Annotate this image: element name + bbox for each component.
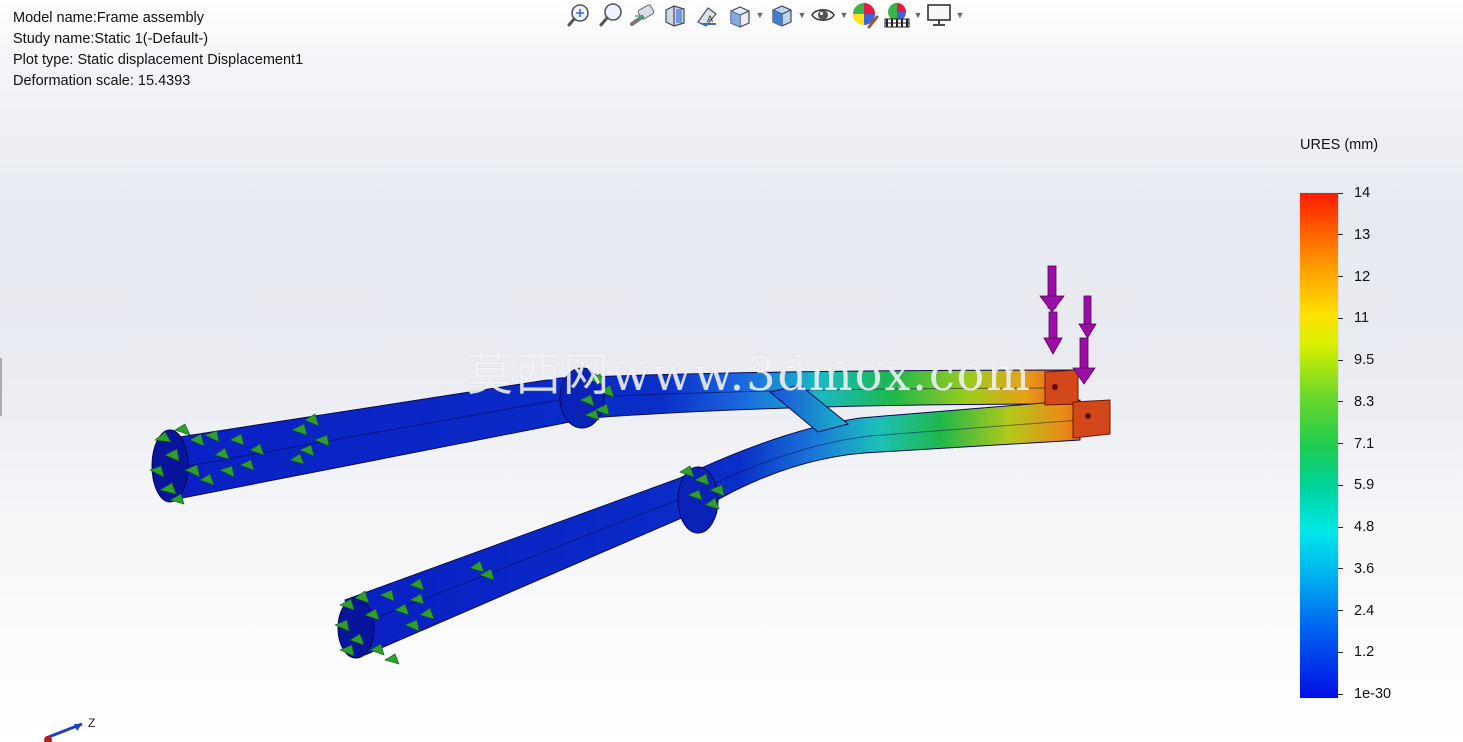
legend-tick-label: 5.9 [1354, 477, 1375, 494]
legend-tick-mark [1338, 401, 1343, 403]
legend-tick-labels: 14 13 12 11 9.5 8.3 7.1 5.9 4.8 3.6 2.4 1.2 1e-30 [1338, 185, 1418, 702]
legend-tick: 9.5 [1338, 352, 1375, 368]
legend-tick-mark [1338, 651, 1343, 653]
watermark-text: 莫西网www.3dmox.com [467, 347, 1032, 401]
legend-tick: 5.9 [1338, 477, 1375, 494]
legend-tick-mark [1338, 234, 1343, 236]
force-load-arrows [1039, 265, 1097, 385]
legend-tick: 11 [1338, 310, 1370, 327]
legend-tick: 3.6 [1338, 560, 1375, 577]
legend-tick-mark [1338, 276, 1343, 277]
legend-tick: 4.8 [1338, 519, 1375, 535]
legend-tick: 12 [1338, 268, 1371, 285]
triad-axis-label: Z [88, 716, 96, 730]
legend-tick-label: 3.6 [1354, 560, 1375, 577]
legend-tick-mark [1338, 443, 1343, 444]
legend-tick: 13 [1338, 226, 1371, 243]
legend-tick-label: 2.4 [1354, 602, 1375, 619]
legend-tick-label: 9.5 [1354, 352, 1375, 368]
legend-tick: 7.1 [1338, 435, 1375, 452]
legend-tick-mark [1338, 192, 1343, 194]
legend-tick: 14 [1338, 185, 1371, 201]
legend-tick-label: 14 [1354, 185, 1371, 201]
legend-tick-mark [1338, 317, 1343, 319]
legend-tick-label: 12 [1354, 268, 1371, 285]
legend-tick-mark [1338, 359, 1343, 361]
legend-tick-mark [1338, 610, 1343, 611]
legend-tick-label: 13 [1354, 226, 1371, 243]
legend-tick-label: 1e-30 [1354, 686, 1392, 702]
legend-tick-label: 1.2 [1354, 644, 1375, 661]
legend-tick-label: 7.1 [1354, 435, 1375, 452]
legend-tick-label: 8.3 [1354, 393, 1375, 410]
legend-tick-mark [1338, 526, 1343, 528]
legend-title: URES (mm) [1300, 137, 1379, 153]
legend-tick-label: 4.8 [1354, 519, 1375, 535]
legend-tick: 1e-30 [1338, 686, 1392, 702]
legend-tick-mark [1338, 568, 1343, 570]
legend-colorbar [1300, 193, 1338, 698]
legend-tick: 2.4 [1338, 602, 1375, 619]
legend-tick-mark [1338, 484, 1343, 486]
legend-tick-label: 11 [1354, 310, 1370, 327]
legend-tick: 1.2 [1338, 644, 1375, 661]
legend-tick: 8.3 [1338, 393, 1375, 410]
legend-tick-mark [1338, 693, 1343, 695]
